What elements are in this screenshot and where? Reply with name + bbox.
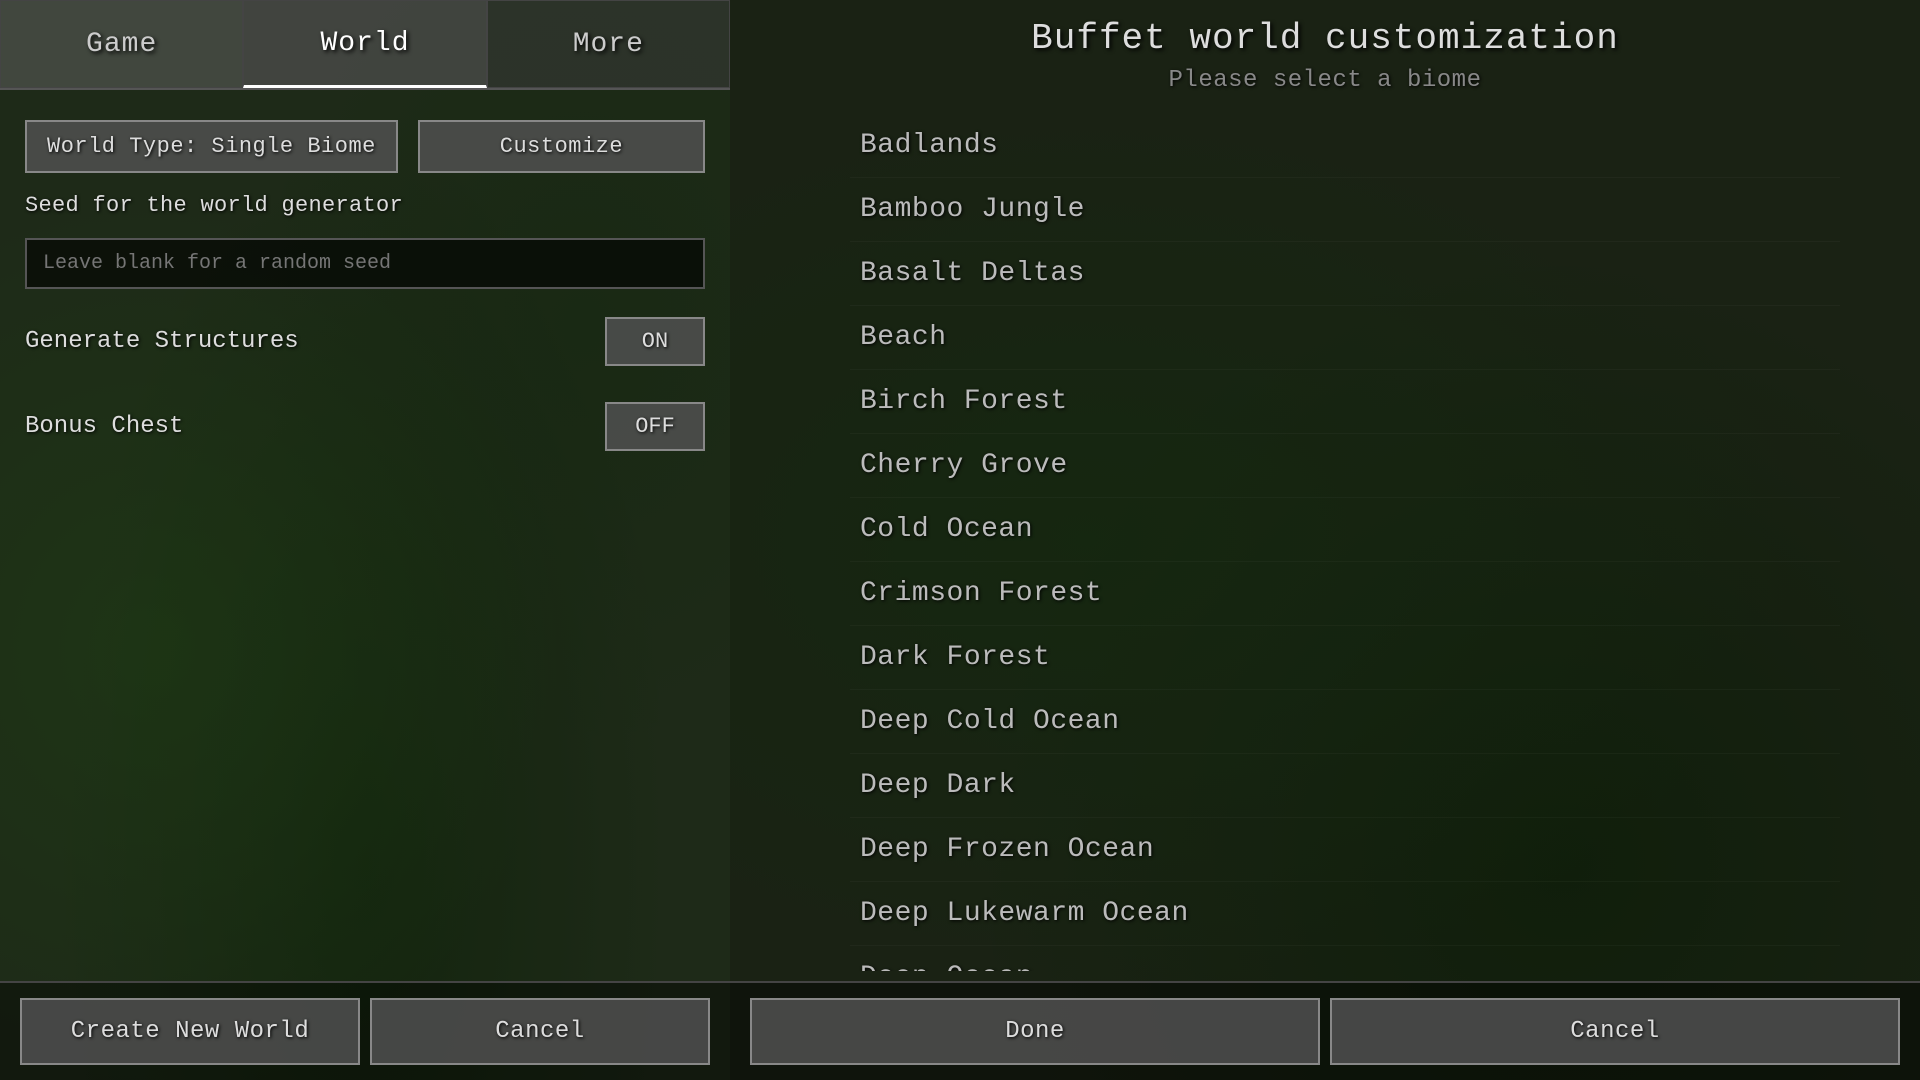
generate-structures-row: Generate Structures ON xyxy=(25,309,705,374)
biome-list-item[interactable]: Badlands xyxy=(850,114,1840,178)
seed-input[interactable] xyxy=(25,238,705,289)
generate-structures-toggle[interactable]: ON xyxy=(605,317,705,366)
bonus-chest-row: Bonus Chest OFF xyxy=(25,394,705,459)
buffet-title: Buffet world customization xyxy=(730,18,1920,59)
biome-list-item[interactable]: Dark Forest xyxy=(850,626,1840,690)
world-type-row: World Type: Single Biome Customize xyxy=(25,120,705,173)
biome-list-item[interactable]: Deep Dark xyxy=(850,754,1840,818)
biome-subtitle: Please select a biome xyxy=(730,67,1920,94)
biome-list-item[interactable]: Cold Ocean xyxy=(850,498,1840,562)
biome-list: BadlandsBamboo JungleBasalt DeltasBeachB… xyxy=(730,114,1920,971)
right-header: Buffet world customization Please select… xyxy=(730,0,1920,104)
bonus-chest-toggle[interactable]: OFF xyxy=(605,402,705,451)
right-bottom-bar: Done Cancel xyxy=(730,981,1920,1080)
left-bottom-bar: Create New World Cancel xyxy=(0,981,730,1080)
bonus-chest-label: Bonus Chest xyxy=(25,413,183,440)
tab-world[interactable]: World xyxy=(243,0,486,88)
biome-list-item[interactable]: Birch Forest xyxy=(850,370,1840,434)
tab-game[interactable]: Game xyxy=(0,0,243,88)
left-content: World Type: Single Biome Customize Seed … xyxy=(0,90,730,981)
world-type-button[interactable]: World Type: Single Biome xyxy=(25,120,398,173)
right-cancel-button[interactable]: Cancel xyxy=(1330,998,1900,1065)
create-world-button[interactable]: Create New World xyxy=(20,998,360,1065)
biome-list-item[interactable]: Deep Frozen Ocean xyxy=(850,818,1840,882)
biome-list-item[interactable]: Deep Lukewarm Ocean xyxy=(850,882,1840,946)
biome-list-item[interactable]: Beach xyxy=(850,306,1840,370)
left-cancel-button[interactable]: Cancel xyxy=(370,998,710,1065)
biome-list-item[interactable]: Deep Ocean xyxy=(850,946,1840,971)
tab-bar: Game World More xyxy=(0,0,730,90)
left-panel: Game World More World Type: Single Biome… xyxy=(0,0,730,1080)
done-button[interactable]: Done xyxy=(750,998,1320,1065)
tab-more[interactable]: More xyxy=(487,0,730,88)
seed-label: Seed for the world generator xyxy=(25,193,705,218)
generate-structures-label: Generate Structures xyxy=(25,328,299,355)
customize-button[interactable]: Customize xyxy=(418,120,705,173)
biome-list-container: BadlandsBamboo JungleBasalt DeltasBeachB… xyxy=(730,104,1920,981)
biome-list-item[interactable]: Crimson Forest xyxy=(850,562,1840,626)
biome-list-item[interactable]: Bamboo Jungle xyxy=(850,178,1840,242)
biome-list-item[interactable]: Basalt Deltas xyxy=(850,242,1840,306)
biome-list-item[interactable]: Deep Cold Ocean xyxy=(850,690,1840,754)
biome-list-item[interactable]: Cherry Grove xyxy=(850,434,1840,498)
right-panel: Buffet world customization Please select… xyxy=(730,0,1920,1080)
